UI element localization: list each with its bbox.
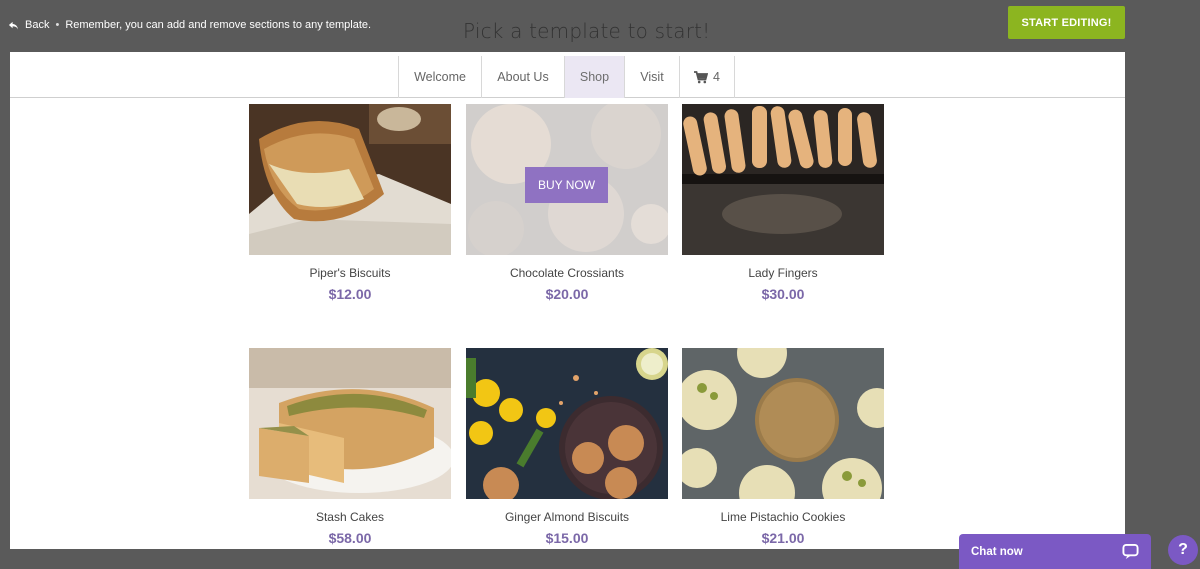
product-name[interactable]: Lady Fingers <box>682 266 884 280</box>
product-image[interactable]: BUY NOW <box>466 104 668 255</box>
back-link[interactable]: Back • Remember, you can add and remove … <box>8 19 371 31</box>
tab-visit[interactable]: Visit <box>624 56 679 98</box>
chat-label: Chat now <box>971 545 1023 558</box>
product-image[interactable] <box>682 348 884 499</box>
chat-now-button[interactable]: Chat now <box>959 534 1151 569</box>
lady-fingers-image <box>682 104 884 255</box>
product-price: $58.00 <box>328 530 372 546</box>
buy-now-button[interactable]: BUY NOW <box>525 167 608 203</box>
separator: • <box>55 19 60 31</box>
product-price: $30.00 <box>761 286 805 302</box>
product-image[interactable] <box>249 104 451 255</box>
product-name[interactable]: Chocolate Crossiants <box>466 266 668 280</box>
product-name[interactable]: Ginger Almond Biscuits <box>466 510 668 524</box>
product-price: $15.00 <box>545 530 589 546</box>
start-editing-button[interactable]: START EDITING! <box>1008 6 1125 39</box>
tab-about-us[interactable]: About Us <box>481 56 564 98</box>
template-hint: Remember, you can add and remove section… <box>65 19 372 31</box>
back-label: Back <box>25 19 50 31</box>
product-card[interactable]: Lady Fingers $30.00 <box>682 104 884 302</box>
product-name[interactable]: Piper's Biscuits <box>249 266 451 280</box>
help-icon[interactable]: ? <box>1168 535 1198 565</box>
pistachio-cookies-image <box>682 348 884 499</box>
product-image[interactable] <box>249 348 451 499</box>
nav-tabs: Welcome About Us Shop Visit 4 <box>398 56 735 98</box>
cart-count: 4 <box>713 70 720 84</box>
page-title: Pick a template to start! <box>463 19 711 43</box>
product-card[interactable]: Lime Pistachio Cookies $21.00 <box>682 348 884 546</box>
back-arrow-icon <box>8 21 19 30</box>
site-nav: Welcome About Us Shop Visit 4 <box>10 52 1125 98</box>
product-card[interactable]: BUY NOW Chocolate Crossiants $20.00 <box>466 104 668 302</box>
cart-icon <box>694 70 709 83</box>
product-name[interactable]: Lime Pistachio Cookies <box>682 510 884 524</box>
tab-shop[interactable]: Shop <box>564 56 624 98</box>
product-image[interactable] <box>682 104 884 255</box>
product-name[interactable]: Stash Cakes <box>249 510 451 524</box>
almond-biscuits-image <box>466 348 668 499</box>
product-image[interactable] <box>466 348 668 499</box>
product-price: $20.00 <box>545 286 589 302</box>
tab-cart[interactable]: 4 <box>679 56 735 98</box>
product-price: $12.00 <box>328 286 372 302</box>
product-card[interactable]: Ginger Almond Biscuits $15.00 <box>466 348 668 546</box>
editor-topbar: Back • Remember, you can add and remove … <box>0 0 1200 52</box>
chat-bubble-icon <box>1122 543 1139 560</box>
product-price: $21.00 <box>761 530 805 546</box>
template-preview: Welcome About Us Shop Visit 4 Piper's Bi… <box>10 52 1125 549</box>
tab-welcome[interactable]: Welcome <box>398 56 481 98</box>
bread-loaf-image <box>249 104 451 255</box>
product-card[interactable]: Piper's Biscuits $12.00 <box>249 104 451 302</box>
product-card[interactable]: Stash Cakes $58.00 <box>249 348 451 546</box>
tart-image <box>249 348 451 499</box>
